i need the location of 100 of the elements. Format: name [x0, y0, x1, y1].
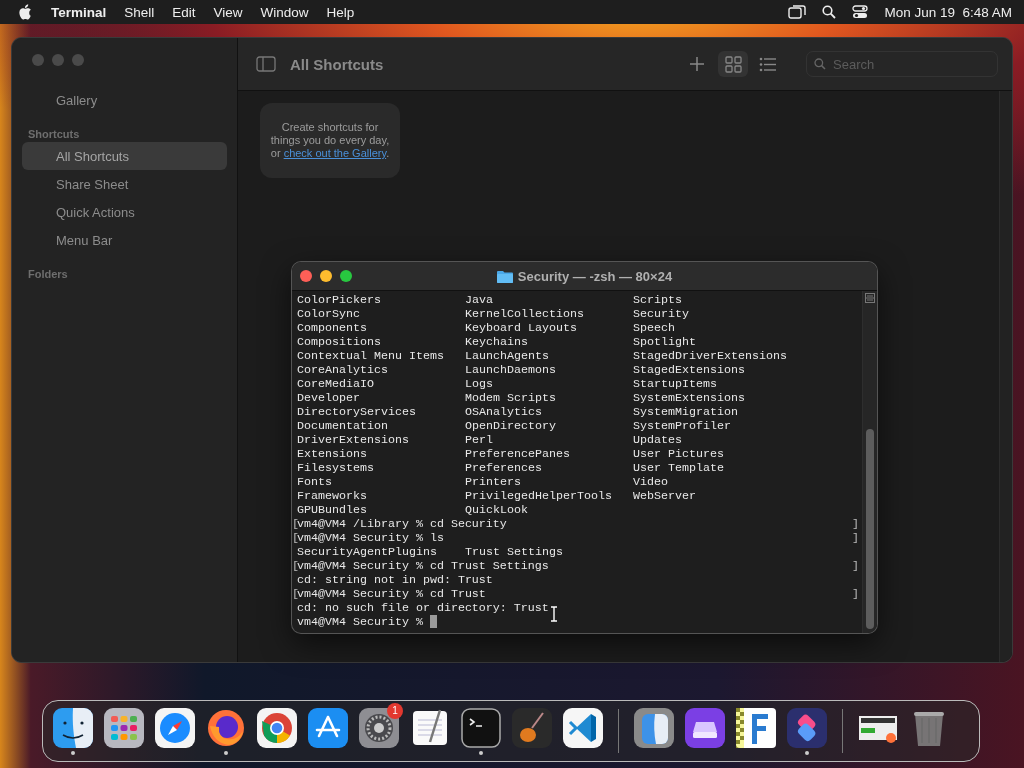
smiling-face-icon[interactable] — [53, 707, 93, 748]
guitar-icon[interactable] — [512, 707, 552, 748]
text-cursor — [429, 615, 437, 628]
window-title: Security — -zsh — 80×24 — [517, 268, 673, 284]
letter-a-icon[interactable] — [308, 707, 348, 748]
sidebar-item[interactable]: All Shortcuts — [22, 142, 227, 170]
terminal-icon[interactable] — [461, 707, 501, 748]
file-name: SecurityAgentPlugins — [297, 545, 437, 559]
menu-item[interactable]: Edit — [163, 4, 205, 20]
sidebar-section-header: Folders — [27, 267, 69, 282]
layers-icon[interactable] — [787, 707, 827, 748]
notepad-icon[interactable] — [410, 707, 450, 748]
file-name: Modem Scripts — [465, 391, 556, 405]
list-view-icon — [758, 55, 776, 73]
file-name: Documentation — [297, 419, 388, 433]
file-name: Perl — [465, 433, 493, 447]
file-name: Printers — [465, 475, 521, 489]
file-name: OpenDirectory — [465, 419, 556, 433]
bracket-mark: ] — [852, 559, 859, 573]
bracket-mark: ] — [852, 587, 859, 601]
file-name: Video — [633, 475, 668, 489]
plus-icon[interactable] — [690, 57, 704, 71]
gear-icon[interactable] — [359, 707, 399, 748]
app-grid-icon[interactable] — [104, 707, 144, 748]
file-name: Trust Settings — [465, 545, 563, 559]
windows-icon[interactable] — [788, 5, 807, 19]
i-beam-cursor-icon — [550, 606, 558, 622]
scroll-bar[interactable] — [862, 291, 877, 633]
zoom-button[interactable] — [340, 270, 352, 282]
file-name: Compositions — [297, 335, 381, 349]
app-menu[interactable]: Terminal — [42, 4, 116, 20]
file-name: Fonts — [297, 475, 332, 489]
bracket-mark: [ — [292, 517, 299, 531]
file-name: DirectoryServices — [297, 405, 416, 419]
file-name: WebServer — [633, 489, 696, 503]
file-name: LaunchDaemons — [465, 363, 556, 377]
menu-item[interactable]: View — [204, 4, 252, 20]
file-name: Filesystems — [297, 461, 374, 475]
file-name: Contextual Menu Items — [297, 349, 444, 363]
notification-badge: 1 — [387, 703, 403, 719]
compass-icon[interactable] — [155, 707, 195, 748]
file-name: OSAnalytics — [465, 405, 542, 419]
menu-item[interactable]: Help — [317, 4, 364, 20]
file-name: ColorSync — [297, 307, 360, 321]
sidebar-item[interactable]: Share Sheet — [22, 170, 227, 198]
command-prompt: vm4@VM4 Security % — [297, 615, 424, 629]
menu-bar-clock[interactable]: Mon Jun 19 6:48 AM — [884, 4, 1012, 20]
minimize-button[interactable] — [320, 270, 332, 282]
file-name: PreferencePanes — [465, 447, 570, 461]
file-name: SystemMigration — [633, 405, 738, 419]
file-name: Keyboard Layouts — [465, 321, 577, 335]
search-icon[interactable] — [822, 5, 837, 19]
window-title: All Shortcuts — [290, 55, 385, 73]
code-icon[interactable] — [563, 707, 603, 748]
sidebar-icon — [256, 56, 276, 72]
folder-icon — [496, 269, 513, 283]
menu-item[interactable]: Window — [251, 4, 318, 20]
toggles-icon[interactable] — [852, 5, 869, 19]
sidebar-toggle-button[interactable] — [256, 56, 276, 72]
file-name: StartupItems — [633, 377, 717, 391]
grid-view-button[interactable] — [718, 51, 748, 77]
file-name: LaunchAgents — [465, 349, 549, 363]
apple-logo-icon[interactable] — [18, 4, 32, 20]
file-name: Logs — [465, 377, 493, 391]
sidebar-item[interactable]: Menu Bar — [22, 226, 227, 254]
file-name: KernelCollections — [465, 307, 584, 321]
empty-state-text: Create shortcuts for things you do every day, or check out the Gallery. — [269, 121, 391, 160]
bracket-mark: ] — [852, 517, 859, 531]
file-name: Developer — [297, 391, 360, 405]
file-name: User Pictures — [633, 447, 724, 461]
bracket-mark: [ — [292, 587, 299, 601]
bracket-mark: [ — [292, 559, 299, 573]
file-name: SystemExtensions — [633, 391, 745, 405]
file-name: QuickLook — [465, 503, 528, 517]
sidebar-item[interactable]: Quick Actions — [22, 198, 227, 226]
scroll-bar[interactable] — [999, 91, 1012, 662]
sidebar-section-header: Shortcuts — [27, 127, 81, 142]
file-name: Extensions — [297, 447, 367, 461]
file-name: SystemProfiler — [633, 419, 731, 433]
checkered-letter-icon[interactable] — [736, 707, 776, 748]
error-message: cd: no such file or directory: Trust — [297, 601, 549, 615]
bracket-mark: [ — [292, 531, 299, 545]
file-name: GPUBundles — [297, 503, 367, 517]
close-button[interactable] — [300, 270, 312, 282]
sidebar-item[interactable]: Gallery — [22, 86, 227, 114]
error-message: cd: string not in pwd: Trust — [297, 573, 493, 587]
file-name: DriverExtensions — [297, 433, 409, 447]
grid-view-icon — [724, 55, 742, 73]
file-name: PrivilegedHelperTools — [465, 489, 612, 503]
drive-icon[interactable] — [685, 707, 725, 748]
file-name: ColorPickers — [297, 293, 381, 307]
command-line: vm4@VM4 Security % ls — [297, 531, 444, 545]
file-name: Preferences — [465, 461, 542, 475]
file-name: Keychains — [465, 335, 528, 349]
command-line: vm4@VM4 Security % cd Trust — [297, 587, 486, 601]
file-name: CoreMediaIO — [297, 377, 374, 391]
globe-icon[interactable] — [206, 707, 246, 748]
menu-item[interactable]: Shell — [115, 4, 164, 20]
file-name: Components — [297, 321, 367, 335]
file-name: Frameworks — [297, 489, 367, 503]
